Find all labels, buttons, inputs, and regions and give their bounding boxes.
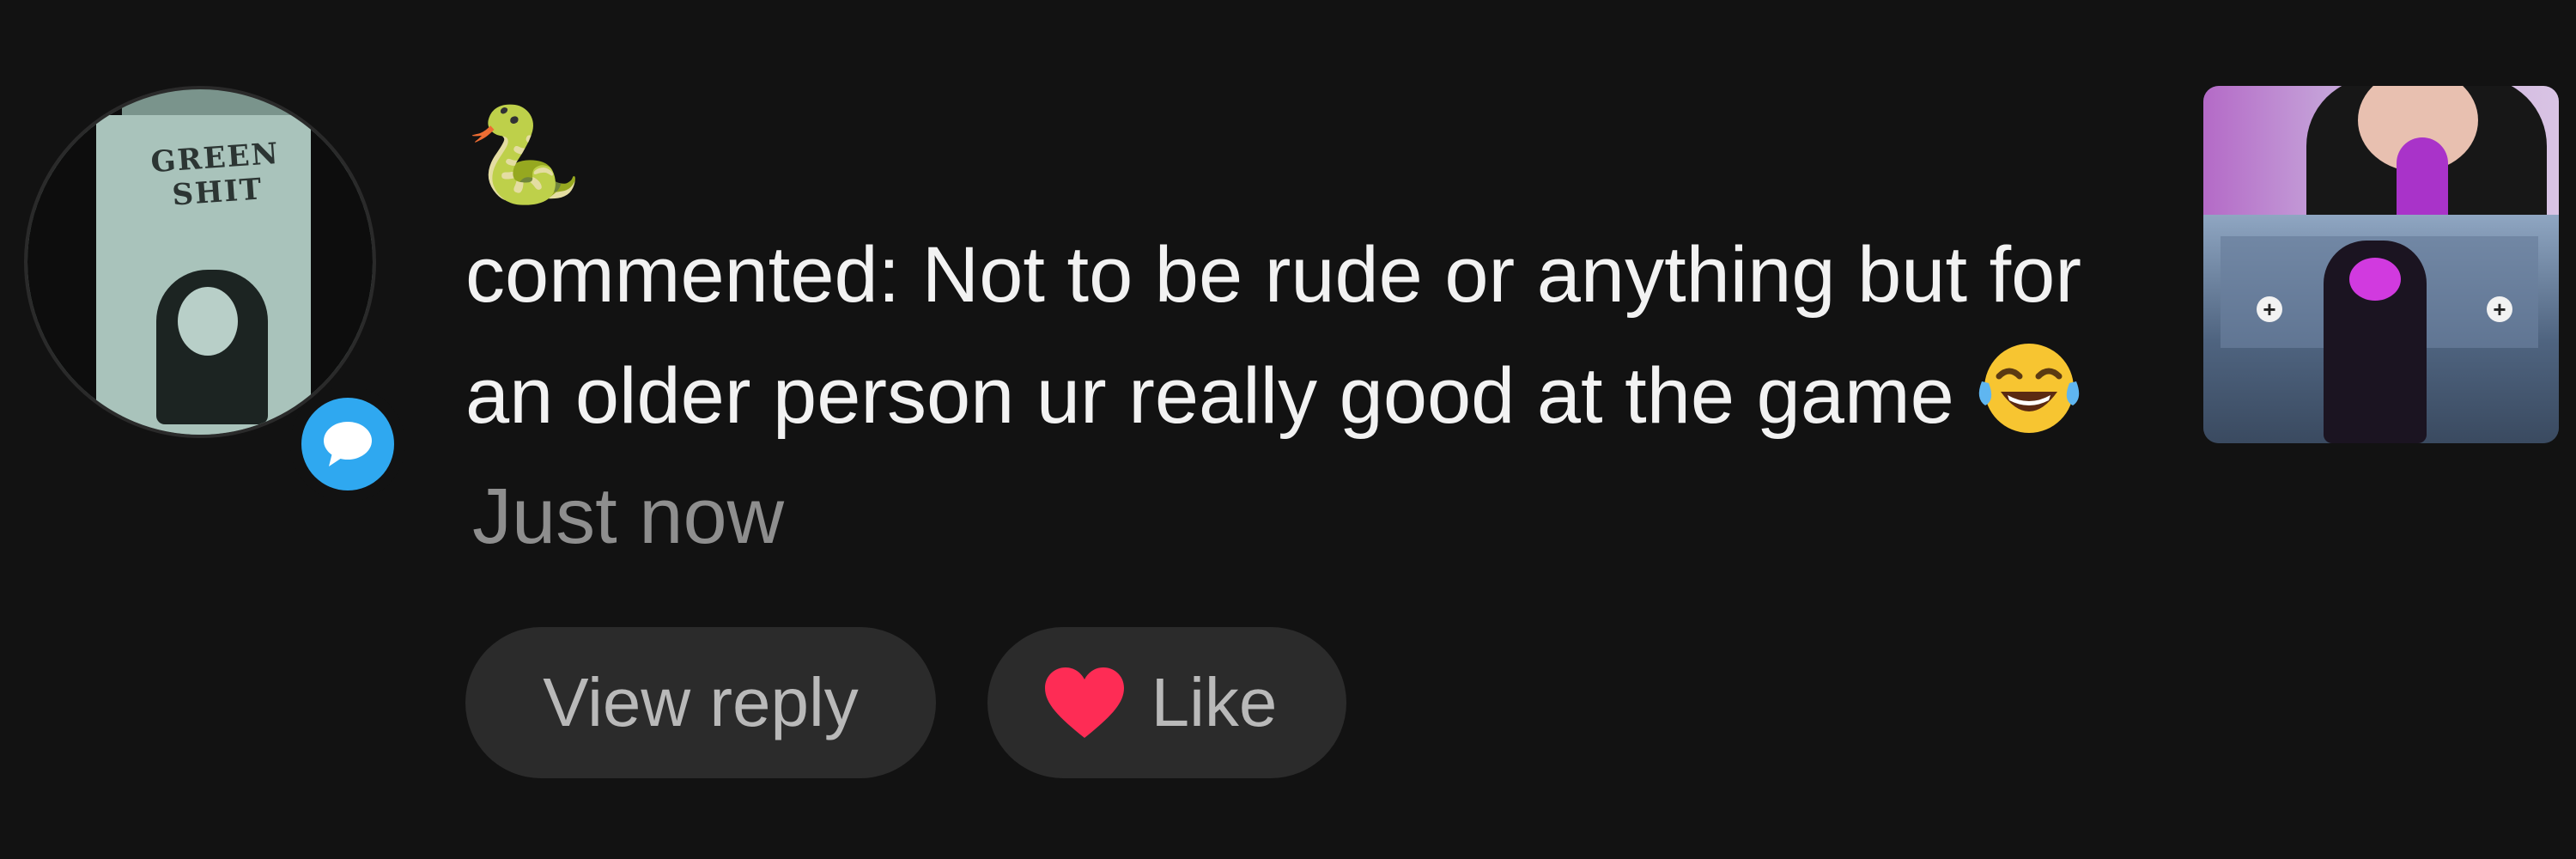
laughing-emoji-icon [1973,335,2085,438]
comment-text: commented: Not to be rude or anything bu… [465,231,2081,440]
plus-icon: + [2487,296,2512,322]
like-label: Like [1151,664,1278,740]
heart-icon [1044,667,1124,738]
comment-badge [290,387,405,502]
avatar-container[interactable]: GREEN SHIT [24,86,405,502]
avatar-figure-head [178,287,238,356]
view-reply-button[interactable]: View reply [465,627,936,778]
comment-text-line: commented: Not to be rude or anything bu… [465,215,2174,576]
action-buttons: View reply Like [465,627,1346,782]
comment-bubble-icon [301,398,394,490]
view-reply-label: View reply [543,664,859,740]
avatar[interactable]: GREEN SHIT [24,86,376,438]
microphone-icon [2397,137,2448,223]
plus-icon: + [2257,296,2282,322]
comment-notification[interactable]: GREEN SHIT 🐍 commented: Not to be rude o… [0,0,2576,859]
timestamp: Just now [472,472,785,560]
avatar-poster-text: GREEN SHIT [149,136,281,213]
thumbnail-character-glow [2349,258,2401,301]
like-button[interactable]: Like [987,627,1346,778]
video-thumbnail[interactable]: + + [2203,86,2559,443]
username-emoji[interactable]: 🐍 [465,94,2174,215]
notification-text[interactable]: 🐍 commented: Not to be rude or anything … [465,94,2174,576]
